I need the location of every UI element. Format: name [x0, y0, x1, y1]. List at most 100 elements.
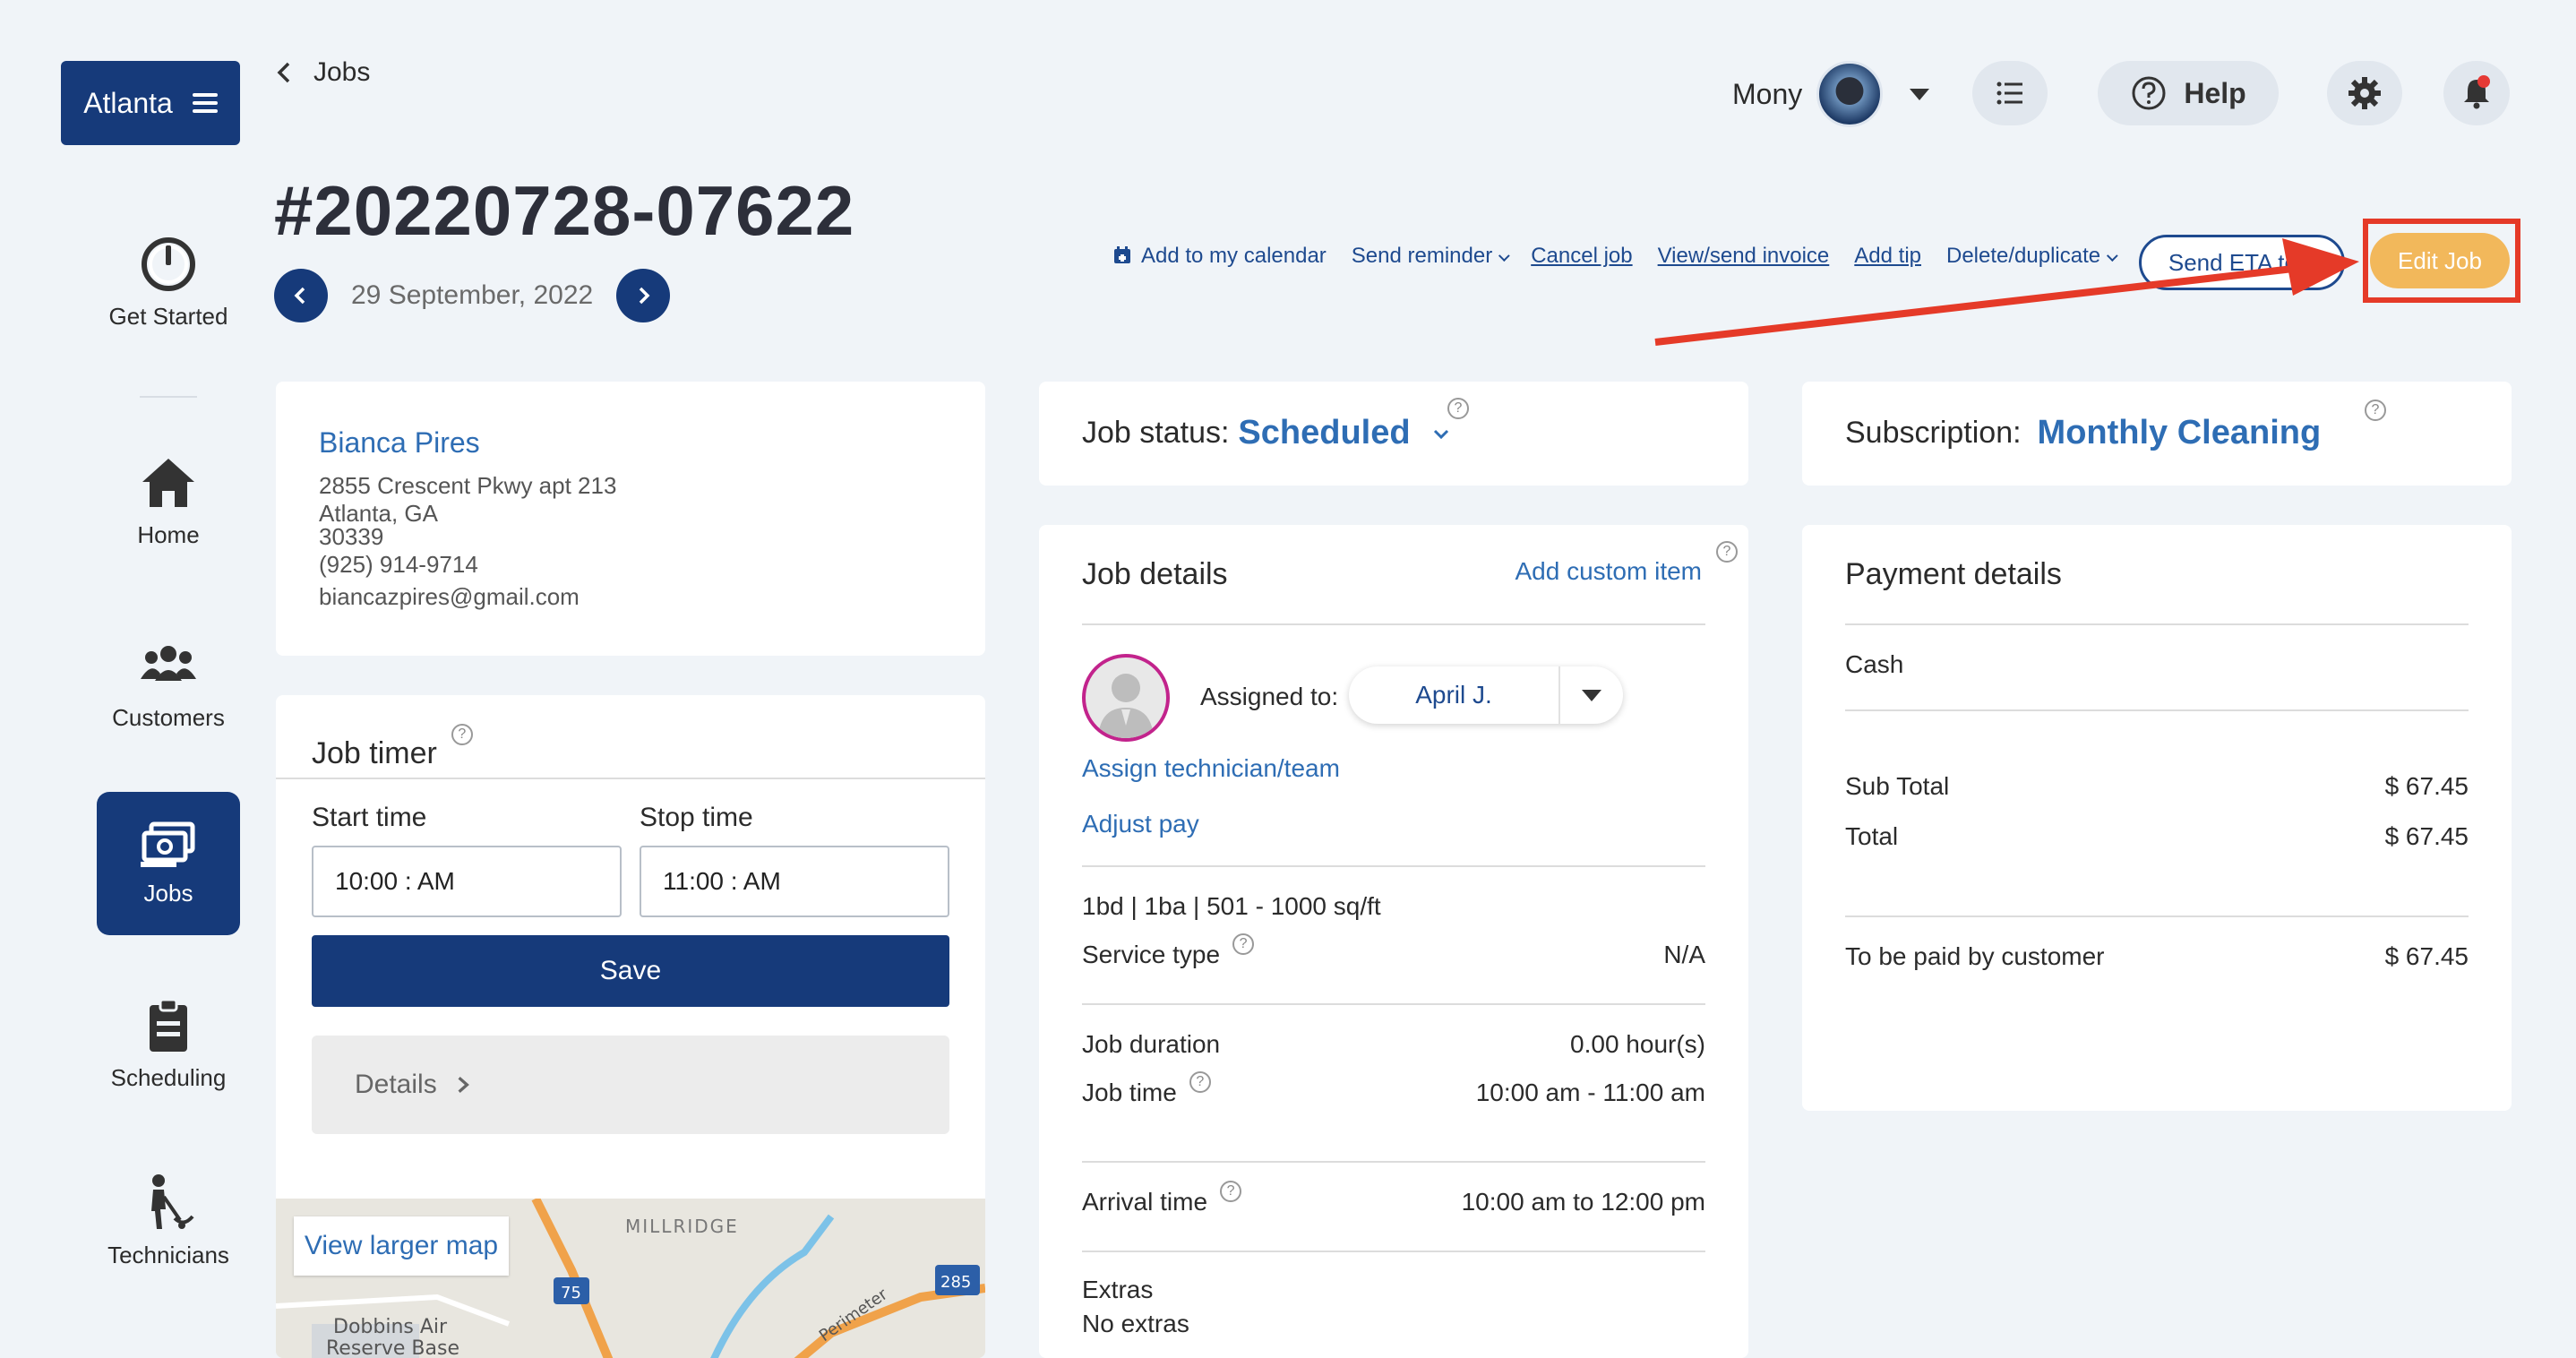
amount-due-value: $ 67.45 [2384, 942, 2469, 970]
sidebar-item-technicians[interactable]: Technicians [97, 1173, 240, 1269]
help-label: Help [2184, 76, 2246, 109]
help-icon[interactable]: ? [1189, 1071, 1211, 1093]
job-timer-card: Job timer ? Start time Stop time 10:00 :… [276, 695, 985, 1358]
job-timer-title: Job timer [312, 736, 437, 770]
map[interactable]: MILLRIDGE Dobbins Air Reserve Base Perim… [276, 1199, 985, 1358]
back-link[interactable]: Jobs [274, 57, 370, 88]
map-label: 75 [561, 1284, 581, 1302]
job-time-value: 10:00 am - 11:00 am [1475, 1079, 1705, 1106]
sidebar-item-label: Jobs [143, 879, 193, 907]
add-custom-item-link[interactable]: Add custom item [1515, 557, 1702, 586]
send-eta-button[interactable]: Send ETA text [2139, 235, 2345, 290]
delete-duplicate-dropdown[interactable]: Delete/duplicate [1946, 244, 2114, 269]
view-invoice-link[interactable]: View/send invoice [1658, 244, 1830, 269]
divider [1845, 623, 2469, 625]
customer-name-link[interactable]: Bianca Pires [319, 426, 942, 459]
location-menu-button[interactable]: Atlanta [61, 61, 240, 145]
calendar-icon [1114, 246, 1130, 263]
total-label: Total [1845, 822, 1899, 850]
jobs-icon [141, 821, 195, 867]
stop-time-input[interactable]: 11:00 : AM [640, 846, 949, 917]
hamburger-icon [192, 93, 218, 113]
job-duration-row: Job duration 0.00 hour(s) [1082, 1030, 1705, 1059]
job-timer-header: Job timer ? [312, 713, 473, 771]
help-icon[interactable]: ? [2365, 400, 2386, 421]
arrival-time-label: Arrival time [1082, 1188, 1208, 1216]
start-time-label: Start time [312, 803, 427, 832]
help-icon[interactable]: ? [1232, 933, 1255, 955]
divider [276, 778, 985, 779]
chevron-left-icon [294, 287, 305, 305]
chevron-down-icon [1560, 689, 1623, 701]
service-type-row: Service type? N/A [1082, 933, 1705, 969]
stop-time-label: Stop time [640, 803, 753, 832]
map-label: 285 [940, 1273, 971, 1292]
person-silhouette-icon [1098, 674, 1154, 738]
page-title: #20220728-07622 [274, 171, 855, 250]
technician-icon [151, 1174, 194, 1229]
sidebar-item-label: Customers [112, 704, 225, 731]
sidebar-item-home[interactable]: Home [97, 453, 240, 549]
extras-value: No extras [1082, 1310, 1189, 1337]
start-time-input[interactable]: 10:00 : AM [312, 846, 622, 917]
brand-label: Atlanta [83, 86, 173, 119]
assigned-technician-name: April J. [1415, 681, 1492, 709]
details-label: Details [355, 1070, 437, 1099]
extras-label: Extras [1082, 1276, 1154, 1303]
divider [1082, 865, 1705, 867]
gear-icon [2348, 77, 2381, 109]
sidebar-item-label: Technicians [107, 1242, 229, 1268]
job-status-dropdown[interactable]: Scheduled [1238, 414, 1410, 452]
view-larger-map-button[interactable]: View larger map [294, 1216, 509, 1276]
job-date: 29 September, 2022 [351, 280, 594, 310]
help-icon [2132, 76, 2166, 110]
sidebar-item-label: Get Started [108, 303, 228, 330]
payment-method: Cash [1845, 650, 1904, 678]
send-reminder-dropdown[interactable]: Send reminder [1352, 244, 1506, 269]
next-date-button[interactable] [616, 269, 671, 322]
subscription-card: Subscription: Monthly Cleaning ? [1802, 382, 2512, 486]
list-view-button[interactable] [1972, 61, 2048, 125]
annotation-highlight-box [2363, 219, 2520, 303]
help-icon[interactable]: ? [1220, 1181, 1242, 1202]
job-time-row: Job time? 10:00 am - 11:00 am [1082, 1071, 1705, 1107]
assign-technician-link[interactable]: Assign technician/team [1082, 754, 1340, 783]
chevron-down-icon [1910, 88, 1930, 100]
home-icon [142, 459, 194, 507]
arrival-time-row: Arrival time? 10:00 am to 12:00 pm [1082, 1181, 1705, 1216]
job-actions-bar: Add to my calendar Send reminder Cancel … [1112, 244, 2114, 269]
chevron-down-icon[interactable] [1432, 425, 1450, 443]
adjust-pay-link[interactable]: Adjust pay [1082, 810, 1199, 838]
help-icon[interactable]: ? [1716, 541, 1738, 563]
save-button[interactable]: Save [312, 935, 949, 1007]
user-name: Mony [1732, 77, 1803, 110]
help-button[interactable]: Help [2098, 61, 2279, 125]
settings-button[interactable] [2327, 61, 2402, 125]
help-icon[interactable]: ? [1447, 398, 1469, 419]
divider [1082, 1003, 1705, 1005]
sidebar-item-label: Home [137, 521, 200, 548]
help-icon[interactable]: ? [451, 724, 473, 745]
amount-due-label: To be paid by customer [1845, 942, 2105, 970]
sidebar-item-scheduling[interactable]: Scheduling [97, 996, 240, 1092]
details-toggle[interactable]: Details [312, 1036, 949, 1134]
add-calendar-link[interactable]: Add to my calendar [1112, 244, 1327, 269]
assigned-technician-select[interactable]: April J. [1349, 666, 1623, 724]
map-label: Dobbins Air [333, 1316, 448, 1338]
subscription-label: Subscription: [1845, 416, 2022, 450]
assigned-to-label: Assigned to: [1200, 683, 1339, 710]
job-duration-label: Job duration [1082, 1030, 1221, 1058]
user-menu[interactable]: Mony [1732, 61, 1930, 127]
sidebar-item-get-started[interactable]: Get Started [97, 235, 240, 331]
users-icon [141, 646, 196, 681]
sidebar-item-jobs[interactable]: Jobs [97, 792, 240, 935]
sidebar-item-customers[interactable]: Customers [97, 636, 240, 732]
add-tip-link[interactable]: Add tip [1854, 244, 1921, 269]
notifications-button[interactable] [2443, 61, 2510, 125]
subscription-value[interactable]: Monthly Cleaning [2038, 414, 2322, 452]
power-icon [142, 237, 195, 291]
prev-date-button[interactable] [274, 269, 328, 322]
list-icon [1996, 82, 2022, 105]
cancel-job-link[interactable]: Cancel job [1531, 244, 1632, 269]
customer-card: Bianca Pires 2855 Crescent Pkwy apt 213 … [276, 382, 985, 656]
